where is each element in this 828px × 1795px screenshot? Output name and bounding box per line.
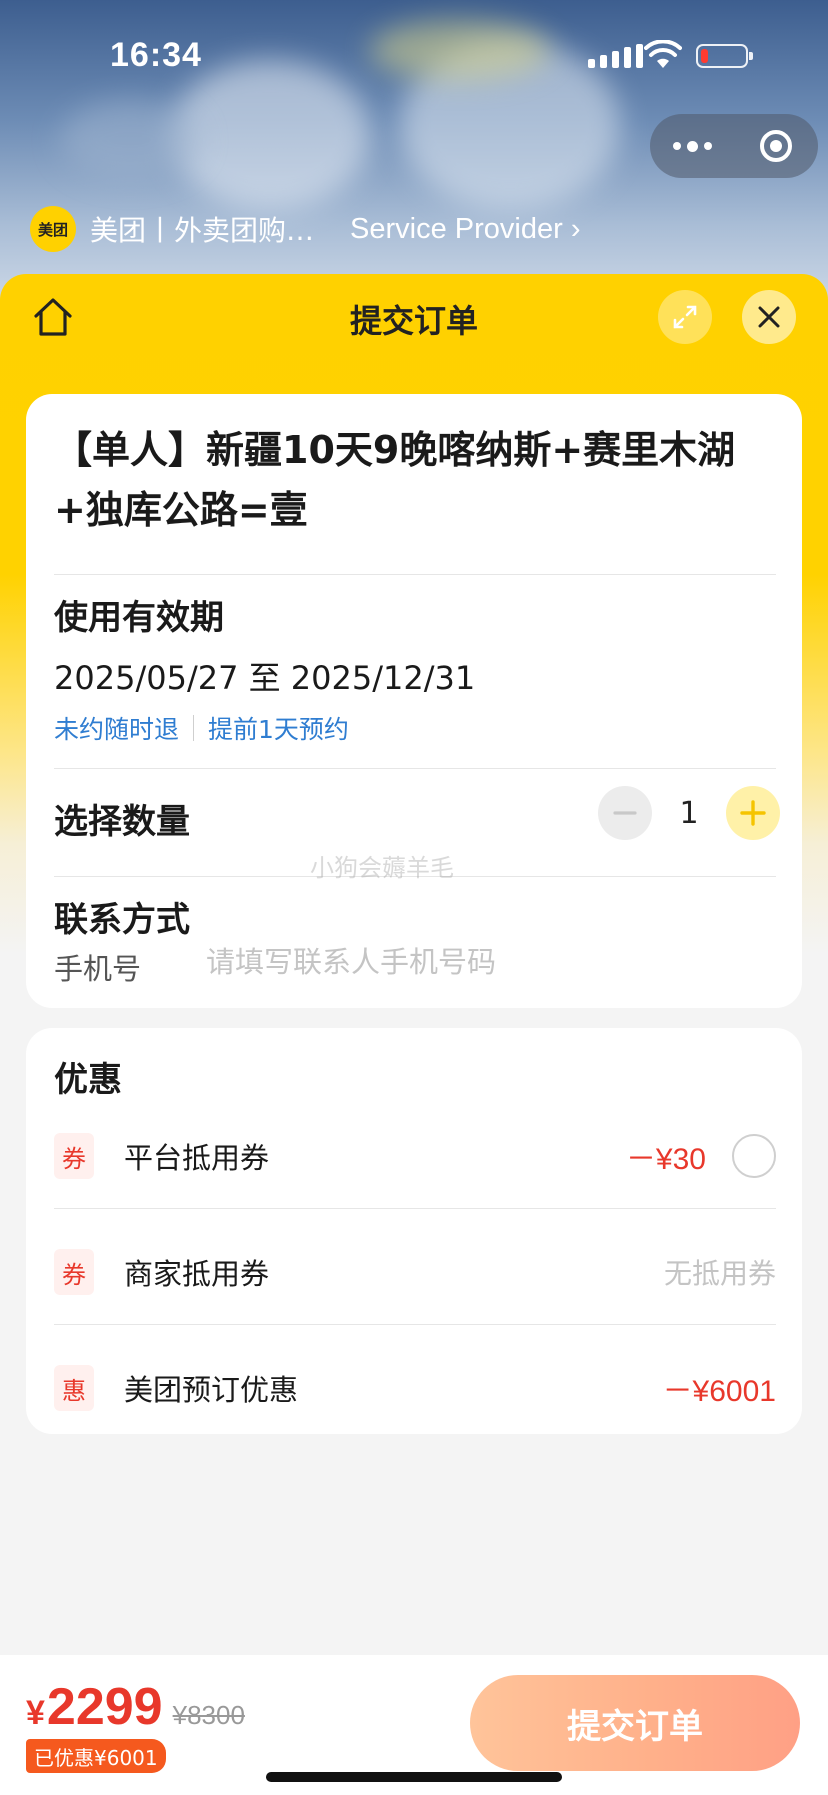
divider: [54, 768, 776, 769]
close-mini-program-icon[interactable]: [734, 114, 818, 178]
booking-policy-tag[interactable]: 提前1天预约: [208, 710, 349, 746]
divider: [54, 1208, 776, 1209]
contact-label: 联系方式: [54, 900, 190, 940]
mini-program-name: 美团丨外卖团购…: [90, 214, 315, 247]
booking-discount-row: 惠 美团预订优惠 －¥6001: [54, 1358, 776, 1418]
cellular-signal-icon: [588, 44, 643, 68]
booking-discount-amount: －¥6001: [662, 1375, 776, 1408]
watermark: 小狗会薅羊毛: [310, 854, 454, 882]
expand-icon[interactable]: [658, 290, 712, 344]
service-provider-link[interactable]: Service Provider ›: [350, 213, 580, 246]
mini-program-title[interactable]: 美团 美团丨外卖团购… Service Provider ›: [30, 206, 580, 252]
sheet-header: 提交订单: [0, 274, 828, 360]
coupon-tag: 券: [54, 1133, 94, 1179]
meituan-logo: 美团: [30, 206, 76, 252]
platform-coupon-amount: －¥30: [625, 1143, 706, 1176]
currency-symbol: ¥: [26, 1694, 45, 1732]
validity-label: 使用有效期: [54, 598, 224, 638]
home-indicator: [266, 1772, 562, 1782]
status-bar: 16:34: [0, 0, 828, 110]
product-title: 【单人】新疆10天9晚喀纳斯+赛里木湖+独库公路=壹: [54, 428, 736, 532]
quantity-label: 选择数量: [54, 802, 190, 842]
submit-order-button[interactable]: 提交订单: [470, 1675, 800, 1771]
price-value: 2299: [46, 1678, 163, 1736]
quantity-stepper: 1: [598, 786, 780, 840]
status-time: 16:34: [110, 36, 202, 74]
more-options-icon[interactable]: [650, 114, 734, 178]
policy-tags: 未约随时退 提前1天预约: [54, 710, 349, 746]
decrease-quantity-button[interactable]: [598, 786, 652, 840]
saved-badge: 已优惠¥6001: [26, 1739, 166, 1773]
order-sheet: 提交订单 【单人】新疆10天9晚喀纳斯+赛里木湖+独库公路=壹 使用有效期 20…: [0, 274, 828, 1795]
total-price: ¥ 2299 ¥8300: [26, 1677, 245, 1737]
tag-divider: [193, 715, 195, 741]
booking-discount-label: 美团预订优惠: [124, 1373, 299, 1407]
original-price: ¥8300: [172, 1700, 245, 1730]
merchant-coupon-status: 无抵用券: [663, 1257, 776, 1290]
platform-coupon-radio[interactable]: [732, 1134, 776, 1178]
coupon-tag: 券: [54, 1249, 94, 1295]
increase-quantity-button[interactable]: [726, 786, 780, 840]
platform-coupon-row[interactable]: 券 平台抵用券 －¥30: [54, 1126, 776, 1186]
discount-tag: 惠: [54, 1365, 94, 1411]
phone-input[interactable]: [206, 938, 766, 986]
discount-title: 优惠: [54, 1060, 122, 1100]
validity-range: 2025/05/27 至 2025/12/31: [54, 659, 476, 697]
platform-coupon-label: 平台抵用券: [124, 1141, 270, 1175]
battery-icon: [696, 44, 753, 68]
merchant-coupon-row[interactable]: 券 商家抵用券 无抵用券: [54, 1242, 776, 1302]
merchant-coupon-label: 商家抵用券: [124, 1257, 270, 1291]
divider: [54, 1324, 776, 1325]
product-card: 【单人】新疆10天9晚喀纳斯+赛里木湖+独库公路=壹 使用有效期 2025/05…: [26, 394, 802, 1008]
refund-policy-tag[interactable]: 未约随时退: [54, 710, 179, 746]
divider: [54, 574, 776, 575]
wifi-icon: [644, 40, 682, 68]
mini-program-capsule: [650, 114, 818, 178]
close-icon[interactable]: [742, 290, 796, 344]
phone-label: 手机号: [54, 952, 142, 986]
quantity-value: 1: [679, 795, 699, 831]
discount-card: 优惠 券 平台抵用券 －¥30 券 商家抵用券 无抵用券 惠 美团预订优惠 －¥…: [26, 1028, 802, 1434]
